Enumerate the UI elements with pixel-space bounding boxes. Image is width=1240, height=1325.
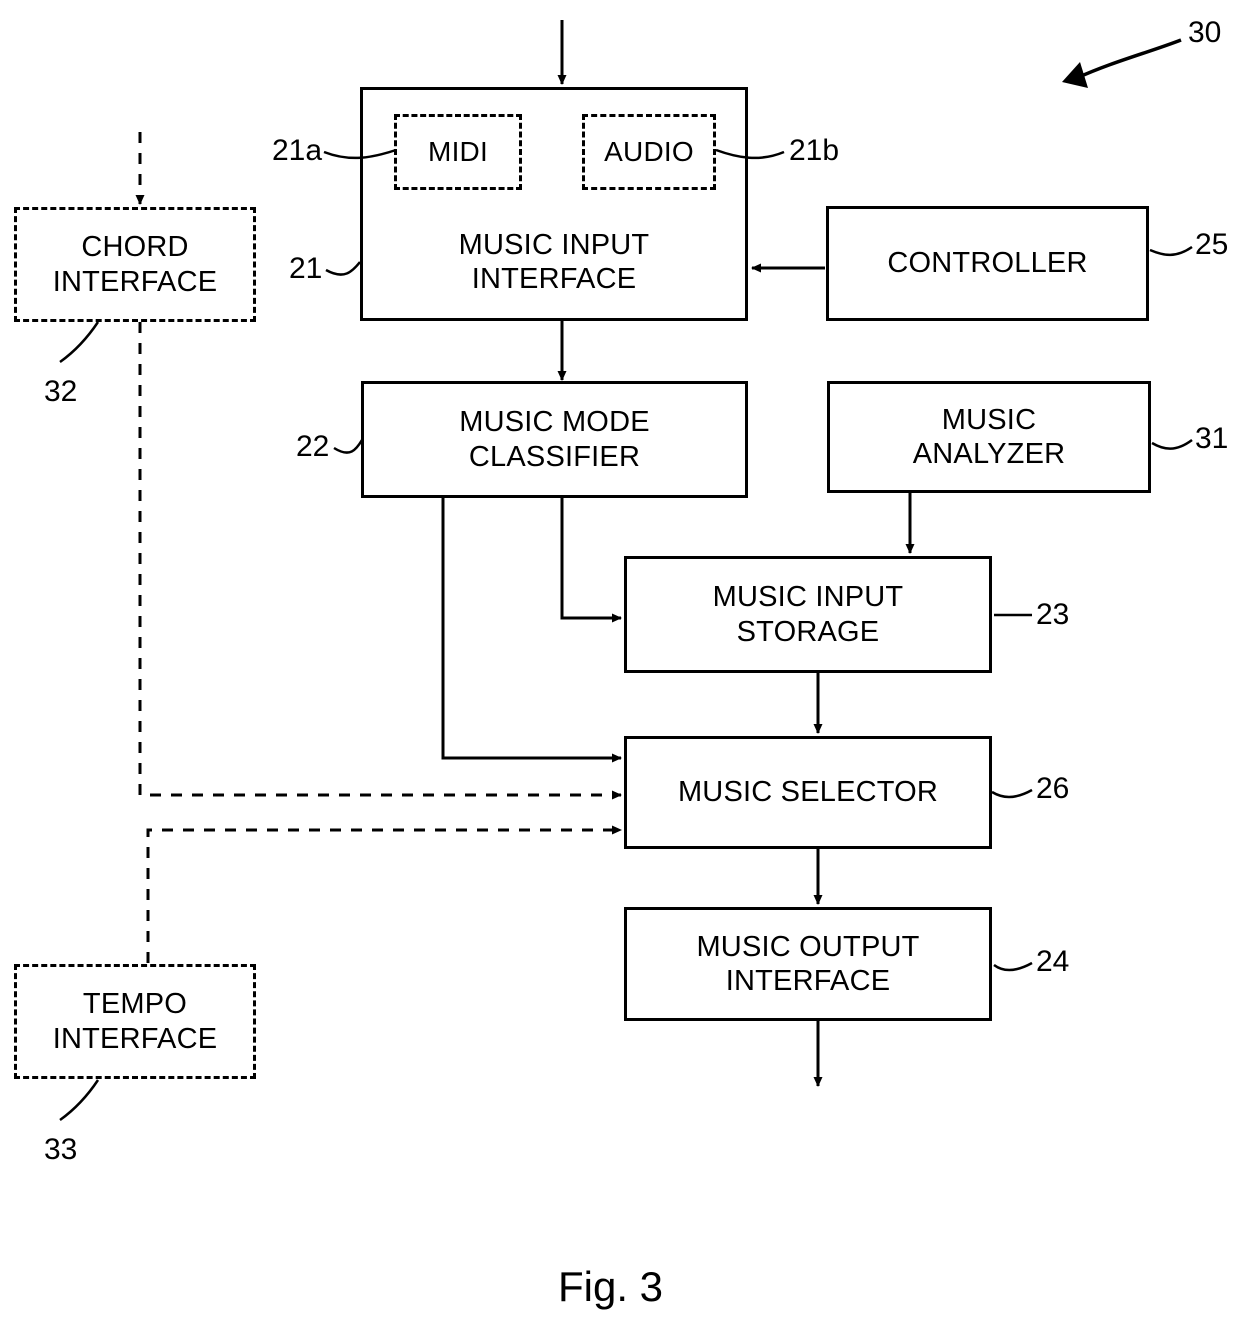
leader-32 bbox=[59, 321, 100, 364]
ref-number-26: 26 bbox=[1036, 772, 1070, 805]
node-audio[interactable]: AUDIO bbox=[582, 114, 716, 190]
connector-tempo-interface-to-music-selector bbox=[146, 825, 622, 963]
ref-number-21: 21 bbox=[289, 252, 323, 285]
node-midi[interactable]: MIDI bbox=[394, 114, 522, 190]
leader-33 bbox=[59, 1079, 100, 1122]
node-tempo-interface[interactable]: TEMPO INTERFACE bbox=[14, 964, 256, 1079]
node-music-input-storage-label: MUSIC INPUT STORAGE bbox=[712, 581, 904, 648]
leader-system-30 bbox=[1076, 38, 1182, 80]
leader-31 bbox=[1151, 438, 1193, 450]
node-music-analyzer[interactable]: MUSIC ANALYZER bbox=[827, 381, 1151, 493]
node-controller-label: CONTROLLER bbox=[887, 247, 1088, 280]
leader-24 bbox=[993, 961, 1033, 972]
leader-26 bbox=[991, 788, 1033, 799]
node-music-input-interface-label: MUSIC INPUT INTERFACE bbox=[458, 228, 650, 295]
connector-classifier-to-music-input-storage bbox=[560, 498, 622, 623]
ref-number-33: 33 bbox=[44, 1133, 78, 1166]
ref-number-30: 30 bbox=[1188, 16, 1222, 49]
leader-21 bbox=[325, 261, 361, 276]
ref-number-25: 25 bbox=[1195, 228, 1229, 261]
ref-number-22: 22 bbox=[296, 430, 330, 463]
ref-number-21b: 21b bbox=[789, 134, 840, 167]
node-midi-label: MIDI bbox=[428, 136, 488, 168]
node-chord-interface[interactable]: CHORD INTERFACE bbox=[14, 207, 256, 322]
node-chord-interface-label: CHORD INTERFACE bbox=[52, 231, 218, 298]
node-audio-label: AUDIO bbox=[604, 136, 694, 168]
leader-22 bbox=[333, 439, 364, 454]
node-music-analyzer-label: MUSIC ANALYZER bbox=[912, 403, 1066, 470]
figure-caption: Fig. 3 bbox=[558, 1263, 664, 1310]
ref-number-21a: 21a bbox=[272, 134, 323, 167]
node-controller[interactable]: CONTROLLER bbox=[826, 206, 1149, 321]
node-tempo-interface-label: TEMPO INTERFACE bbox=[52, 988, 218, 1055]
node-music-mode-classifier[interactable]: MUSIC MODE CLASSIFIER bbox=[361, 381, 748, 498]
ref-number-31: 31 bbox=[1195, 422, 1229, 455]
node-music-selector[interactable]: MUSIC SELECTOR bbox=[624, 736, 992, 849]
node-music-output-interface[interactable]: MUSIC OUTPUT INTERFACE bbox=[624, 907, 992, 1021]
node-music-input-storage[interactable]: MUSIC INPUT STORAGE bbox=[624, 556, 992, 673]
node-music-mode-classifier-label: MUSIC MODE CLASSIFIER bbox=[459, 406, 650, 473]
ref-number-24: 24 bbox=[1036, 945, 1070, 978]
node-music-output-interface-label: MUSIC OUTPUT INTERFACE bbox=[696, 930, 920, 997]
node-music-selector-label: MUSIC SELECTOR bbox=[677, 776, 939, 809]
ref-number-32: 32 bbox=[44, 375, 78, 408]
patent-figure-3: MUSIC INPUT INTERFACE MIDI AUDIO CONTROL… bbox=[0, 0, 1240, 1325]
leader-25 bbox=[1149, 245, 1193, 257]
ref-number-23: 23 bbox=[1036, 598, 1070, 631]
connector-classifier-to-music-selector bbox=[441, 498, 622, 763]
